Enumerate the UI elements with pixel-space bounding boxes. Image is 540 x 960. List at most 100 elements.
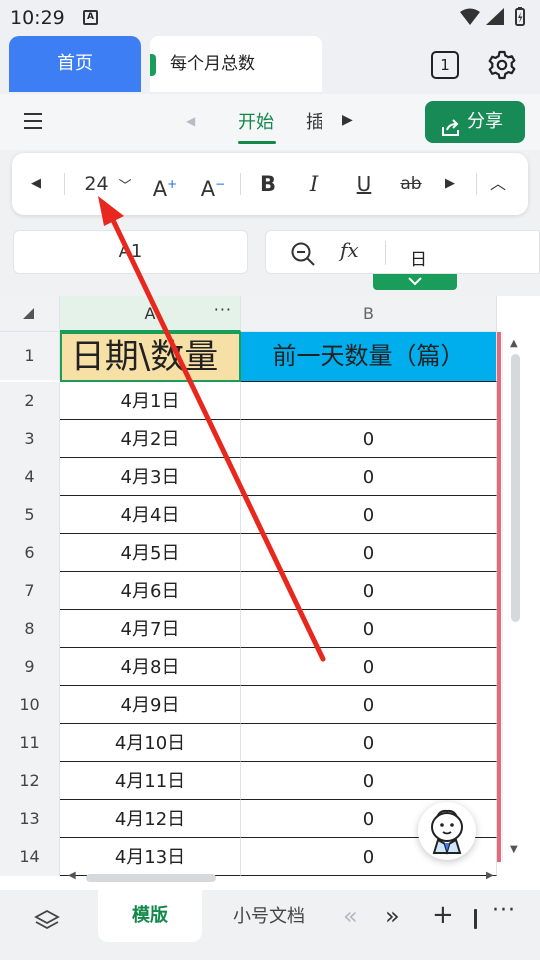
table-cell-count[interactable]: 0 — [241, 458, 497, 496]
table-cell-date[interactable]: 4月11日 — [60, 762, 241, 800]
function-icon[interactable]: fx — [340, 238, 359, 262]
italic-button[interactable]: I — [302, 153, 326, 215]
decrease-font-icon[interactable]: A− — [198, 153, 228, 215]
row-header[interactable]: 9 — [0, 648, 60, 686]
scroll-left-icon[interactable]: ◀ — [68, 870, 76, 881]
row-header[interactable]: 6 — [0, 534, 60, 572]
spreadsheet-grid[interactable]: A ··· B 1 日期\数量 前一天数量（篇） 2 4月1日 3 4月2日 0 4 4月3… — [0, 296, 540, 890]
cell-b1[interactable]: 前一天数量（篇） — [241, 332, 497, 382]
tab-document[interactable]: 每个月总数 — [150, 36, 322, 92]
row-header-1[interactable]: 1 — [0, 332, 60, 380]
wifi-icon — [460, 8, 480, 25]
ribbon-next-icon[interactable]: ▶ — [342, 112, 353, 128]
cell-reference-box[interactable]: A1 — [13, 230, 248, 274]
row-header[interactable]: 8 — [0, 610, 60, 648]
signal-icon — [486, 8, 504, 25]
vertical-scrollbar[interactable]: ▲ ▼ — [502, 332, 528, 862]
collapse-toolbar-icon[interactable]: ︿ — [486, 153, 510, 215]
table-cell-date[interactable]: 4月2日 — [60, 420, 241, 458]
format-prev-icon[interactable]: ◀ — [26, 153, 46, 215]
horizontal-scrollbar[interactable]: ◀ ▶ — [60, 866, 500, 888]
tab-start-indicator — [238, 141, 276, 144]
table-cell-count[interactable]: 0 — [241, 648, 497, 686]
column-header-b[interactable]: B — [241, 296, 497, 332]
select-all-icon — [23, 308, 34, 319]
sheet-prev-icon[interactable]: « — [343, 902, 358, 930]
bold-button[interactable]: B — [256, 153, 280, 215]
table-cell-count[interactable]: 0 — [241, 724, 497, 762]
more-icon[interactable]: ··· — [214, 296, 232, 328]
zoom-out-icon[interactable] — [290, 241, 316, 271]
sheet-tab-other[interactable]: 小号文档 — [233, 890, 305, 944]
more-icon[interactable]: ··· — [492, 898, 516, 923]
row-header[interactable]: 14 — [0, 838, 60, 876]
scroll-right-icon[interactable]: ▶ — [486, 870, 494, 881]
table-cell-count[interactable]: 0 — [241, 534, 497, 572]
divider — [476, 173, 477, 195]
format-toolbar: ◀ 24 ﹀ A+ A− B I U ab ▶ ︿ — [12, 153, 528, 215]
strikethrough-button[interactable]: ab — [398, 153, 424, 215]
increase-font-icon[interactable]: A+ — [150, 153, 180, 215]
table-cell-count[interactable] — [241, 382, 497, 420]
tab-home[interactable]: 首页 — [9, 36, 141, 92]
format-next-icon[interactable]: ▶ — [442, 153, 458, 215]
row-header[interactable]: 13 — [0, 800, 60, 838]
share-button[interactable]: 分享 — [425, 101, 525, 143]
table-cell-count[interactable]: 0 — [241, 762, 497, 800]
font-size-dropdown[interactable]: 24 ﹀ — [78, 153, 138, 215]
column-edge-marker — [497, 332, 501, 862]
add-sheet-icon[interactable]: + — [432, 900, 454, 930]
table-cell-date[interactable]: 4月6日 — [60, 572, 241, 610]
table-cell-date[interactable]: 4月4日 — [60, 496, 241, 534]
table-cell-count[interactable]: 0 — [241, 496, 497, 534]
toolbar: ◀ 开始 插入 ▶ 分享 — [0, 94, 540, 150]
row-header[interactable]: 10 — [0, 686, 60, 724]
cell-a1-text: 日期\数量 — [70, 337, 219, 377]
row-header[interactable]: 2 — [0, 382, 60, 420]
tab-switcher-button[interactable]: 1 — [431, 51, 459, 79]
table-cell-date[interactable]: 4月10日 — [60, 724, 241, 762]
table-cell-count[interactable]: 0 — [241, 572, 497, 610]
row-header[interactable]: 5 — [0, 496, 60, 534]
layers-icon[interactable] — [34, 908, 60, 938]
table-cell-count[interactable]: 0 — [241, 686, 497, 724]
column-header-a[interactable]: A ··· — [60, 296, 241, 332]
ribbon-prev-icon[interactable]: ◀ — [186, 114, 195, 128]
scroll-down-icon[interactable]: ▼ — [510, 844, 518, 855]
divider — [64, 173, 65, 195]
formula-input[interactable]: 日 — [410, 245, 427, 270]
tab-insert[interactable]: 插入 — [306, 108, 322, 134]
table-cell-date[interactable]: 4月12日 — [60, 800, 241, 838]
table-cell-date[interactable]: 4月1日 — [60, 382, 241, 420]
tab-start[interactable]: 开始 — [238, 108, 274, 134]
gear-icon[interactable] — [486, 49, 518, 85]
row-header[interactable]: 11 — [0, 724, 60, 762]
sheet-tab-active[interactable]: 模版 — [98, 890, 202, 942]
divider — [240, 173, 241, 195]
table-cell-date[interactable]: 4月3日 — [60, 458, 241, 496]
divider — [474, 909, 477, 929]
select-all-corner[interactable] — [0, 296, 60, 332]
assistant-mascot-icon — [431, 809, 463, 855]
share-label: 分享 — [467, 111, 503, 132]
scroll-up-icon[interactable]: ▲ — [510, 338, 518, 349]
table-cell-date[interactable]: 4月5日 — [60, 534, 241, 572]
row-header[interactable]: 12 — [0, 762, 60, 800]
row-header[interactable]: 3 — [0, 420, 60, 458]
horizontal-scroll-thumb[interactable] — [86, 874, 216, 882]
status-bar: 10:29 A — [0, 0, 540, 36]
underline-button[interactable]: U — [352, 153, 376, 215]
table-cell-count[interactable]: 0 — [241, 610, 497, 648]
cell-a1[interactable]: 日期\数量 — [60, 332, 241, 382]
table-cell-date[interactable]: 4月7日 — [60, 610, 241, 648]
expand-formula-tab[interactable] — [373, 274, 457, 290]
table-cell-count[interactable]: 0 — [241, 420, 497, 458]
table-cell-date[interactable]: 4月8日 — [60, 648, 241, 686]
row-header[interactable]: 7 — [0, 572, 60, 610]
table-cell-date[interactable]: 4月9日 — [60, 686, 241, 724]
menu-icon[interactable] — [24, 112, 42, 134]
assistant-button[interactable] — [418, 802, 476, 860]
vertical-scroll-thumb[interactable] — [511, 354, 520, 622]
row-header[interactable]: 4 — [0, 458, 60, 496]
sheet-next-icon[interactable]: » — [385, 902, 400, 930]
